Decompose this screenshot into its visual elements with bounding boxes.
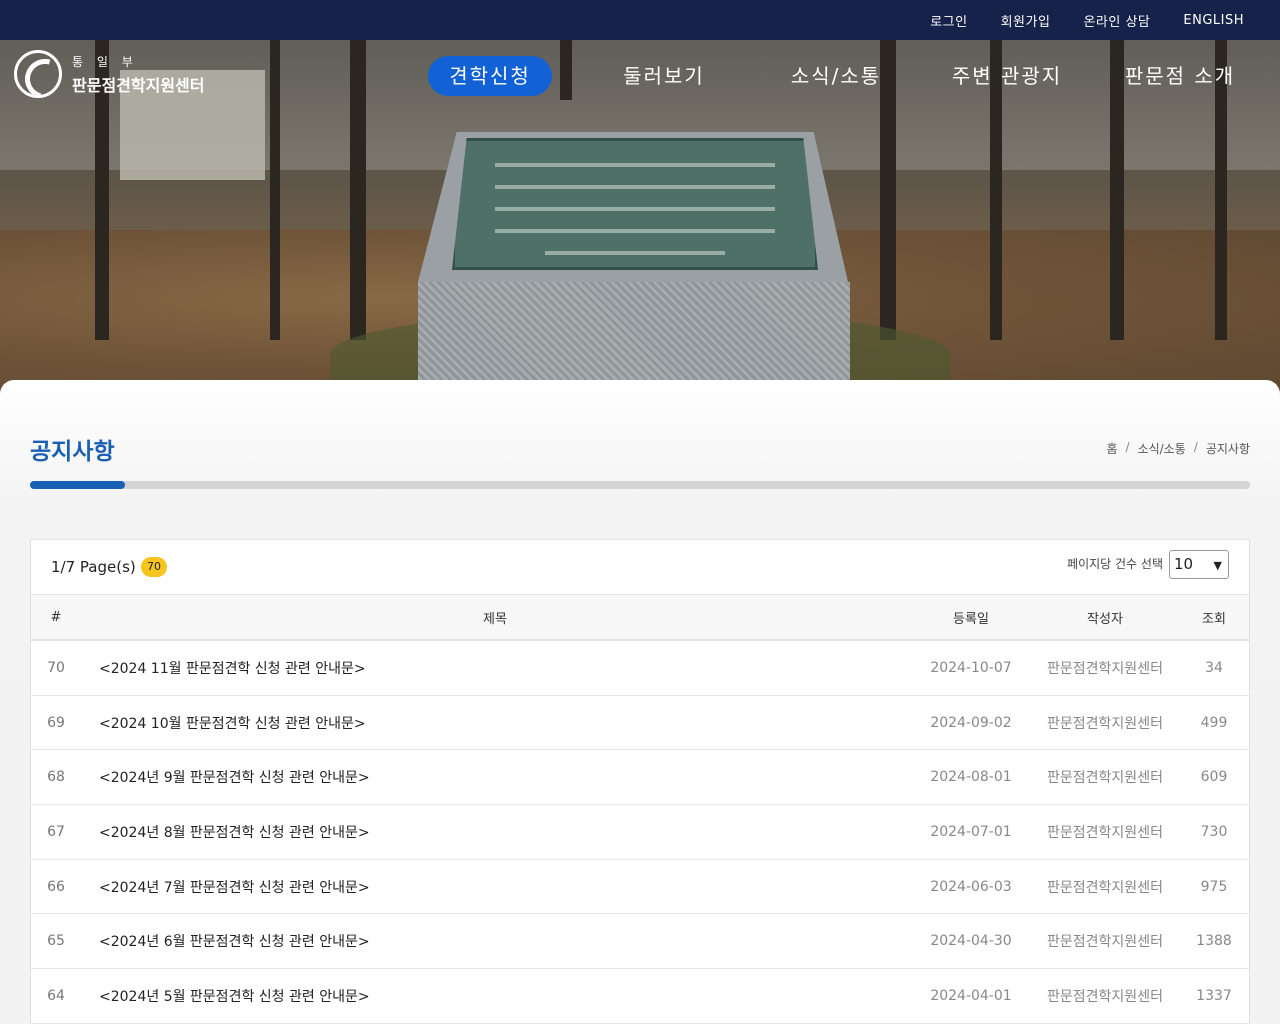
row-title-link[interactable]: <2024년 8월 판문점견학 신청 관련 안내문> <box>99 805 959 859</box>
nav-item-about-panmunjom[interactable]: 판문점 소개 <box>1112 56 1248 96</box>
row-views: 609 <box>1200 769 1228 786</box>
english-link[interactable]: ENGLISH <box>1183 13 1244 28</box>
nav-item-news[interactable]: 소식/소통 <box>772 56 900 96</box>
section-progress-bar <box>30 481 1250 489</box>
row-author: 판문점견학지원센터 <box>1047 770 1163 787</box>
nav-item-tour-application[interactable]: 견학신청 <box>428 56 552 96</box>
plaque-text-line <box>495 163 775 167</box>
row-title-link[interactable]: <2024년 9월 판문점견학 신청 관련 안내문> <box>99 750 959 804</box>
table-header: # 제목 등록일 작성자 조회 <box>31 595 1249 641</box>
row-author: 판문점견학지원센터 <box>1047 715 1163 732</box>
plaque-text-line <box>495 185 775 189</box>
row-number: 67 <box>47 823 65 840</box>
table-row[interactable]: 69 <2024 10월 판문점견학 신청 관련 안내문> 2024-09-02 판문… <box>31 696 1249 751</box>
signup-link[interactable]: 회원가입 <box>1001 11 1051 30</box>
column-header-date: 등록일 <box>953 611 989 627</box>
row-title-link[interactable]: <2024 10월 판문점견학 신청 관련 안내문> <box>99 696 959 750</box>
content-panel: 공지사항 홈 / 소식/소통 / 공지사항 1/7 Page(s) 70 페이지… <box>0 380 1280 1024</box>
board-toolbar: 1/7 Page(s) 70 페이지당 건수 선택 10 ▼ <box>31 540 1249 595</box>
breadcrumb-separator: / <box>1193 440 1198 454</box>
row-title-link[interactable]: <2024년 7월 판문점견학 신청 관련 안내문> <box>99 860 959 914</box>
main-nav: 견학신청 둘러보기 소식/소통 주변 관광지 판문점 소개 <box>0 56 1280 96</box>
per-page-select[interactable]: 10 ▼ <box>1169 550 1229 579</box>
table-body: 70 <2024 11월 판문점견학 신청 관련 안내문> 2024-10-07 판문… <box>31 641 1249 1024</box>
row-title-link[interactable]: <2024년 6월 판문점견학 신청 관련 안내문> <box>99 914 959 968</box>
row-number: 68 <box>47 769 65 786</box>
row-views: 34 <box>1205 659 1223 676</box>
row-views: 730 <box>1200 823 1228 840</box>
row-views: 1337 <box>1196 987 1232 1004</box>
row-date: 2024-04-01 <box>930 987 1012 1004</box>
row-date: 2024-09-02 <box>930 714 1012 731</box>
row-date: 2024-06-03 <box>930 878 1012 895</box>
row-date: 2024-10-07 <box>930 659 1012 676</box>
per-page-label: 페이지당 건수 선택 <box>1067 557 1163 571</box>
breadcrumb-separator: / <box>1125 440 1130 454</box>
row-author: 판문점견학지원센터 <box>1047 660 1163 677</box>
row-title-link[interactable]: <2024 11월 판문점견학 신청 관련 안내문> <box>99 641 959 695</box>
page-title: 공지사항 <box>30 439 115 465</box>
page-info: 1/7 Page(s) <box>51 558 136 576</box>
row-views: 499 <box>1200 714 1228 731</box>
row-author: 판문점견학지원센터 <box>1047 988 1163 1005</box>
row-number: 66 <box>47 878 65 895</box>
total-count-badge: 70 <box>141 557 167 577</box>
nav-item-nearby-attractions[interactable]: 주변 관광지 <box>940 56 1074 96</box>
row-author: 판문점견학지원센터 <box>1047 934 1163 951</box>
row-number: 64 <box>47 987 65 1004</box>
memorial-plaque <box>452 138 818 270</box>
column-header-author: 작성자 <box>1087 611 1123 627</box>
column-header-title: 제목 <box>483 611 507 627</box>
plaque-text-line <box>495 229 775 233</box>
row-number: 65 <box>47 933 65 950</box>
plaque-text-line <box>545 251 725 255</box>
section-progress-fill <box>30 481 126 489</box>
per-page-value: 10 <box>1174 555 1194 573</box>
row-title-link[interactable]: <2024년 5월 판문점견학 신청 관련 안내문> <box>99 969 959 1023</box>
breadcrumb-news[interactable]: 소식/소통 <box>1138 440 1186 457</box>
row-author: 판문점견학지원센터 <box>1047 824 1163 841</box>
row-number: 69 <box>47 714 65 731</box>
chevron-down-icon: ▼ <box>1213 559 1222 572</box>
table-row[interactable]: 70 <2024 11월 판문점견학 신청 관련 안내문> 2024-10-07 판문… <box>31 641 1249 696</box>
column-header-views: 조회 <box>1202 611 1226 627</box>
login-link[interactable]: 로그인 <box>930 11 967 30</box>
row-views: 1388 <box>1196 933 1232 950</box>
table-row[interactable]: 68 <2024년 9월 판문점견학 신청 관련 안내문> 2024-08-01 판문… <box>31 750 1249 806</box>
table-row[interactable]: 67 <2024년 8월 판문점견학 신청 관련 안내문> 2024-07-01 판문… <box>31 805 1249 860</box>
breadcrumb-notice: 공지사항 <box>1205 442 1250 456</box>
breadcrumb-home[interactable]: 홈 <box>1106 440 1117 457</box>
table-row[interactable]: 66 <2024년 7월 판문점견학 신청 관련 안내문> 2024-06-03 판문… <box>31 860 1249 915</box>
row-views: 975 <box>1200 878 1228 895</box>
table-row[interactable]: 65 <2024년 6월 판문점견학 신청 관련 안내문> 2024-04-30 판문… <box>31 914 1249 970</box>
plaque-text-line <box>495 207 775 211</box>
row-number: 70 <box>47 659 65 676</box>
top-utility-bar: 로그인 회원가입 온라인 상담 ENGLISH <box>0 0 1280 40</box>
online-consult-link[interactable]: 온라인 상담 <box>1083 11 1150 30</box>
notice-board: 1/7 Page(s) 70 페이지당 건수 선택 10 ▼ # 제목 등록일 … <box>30 539 1250 1024</box>
breadcrumb: 홈 / 소식/소통 / 공지사항 <box>1106 440 1250 457</box>
column-header-number: # <box>50 609 62 625</box>
row-date: 2024-04-30 <box>930 933 1012 950</box>
table-row[interactable]: 64 <2024년 5월 판문점견학 신청 관련 안내문> 2024-04-01 판문… <box>31 969 1249 1024</box>
nav-item-explore[interactable]: 둘러보기 <box>600 56 728 96</box>
row-date: 2024-07-01 <box>930 823 1012 840</box>
row-date: 2024-08-01 <box>930 769 1012 786</box>
row-author: 판문점견학지원센터 <box>1047 879 1163 896</box>
